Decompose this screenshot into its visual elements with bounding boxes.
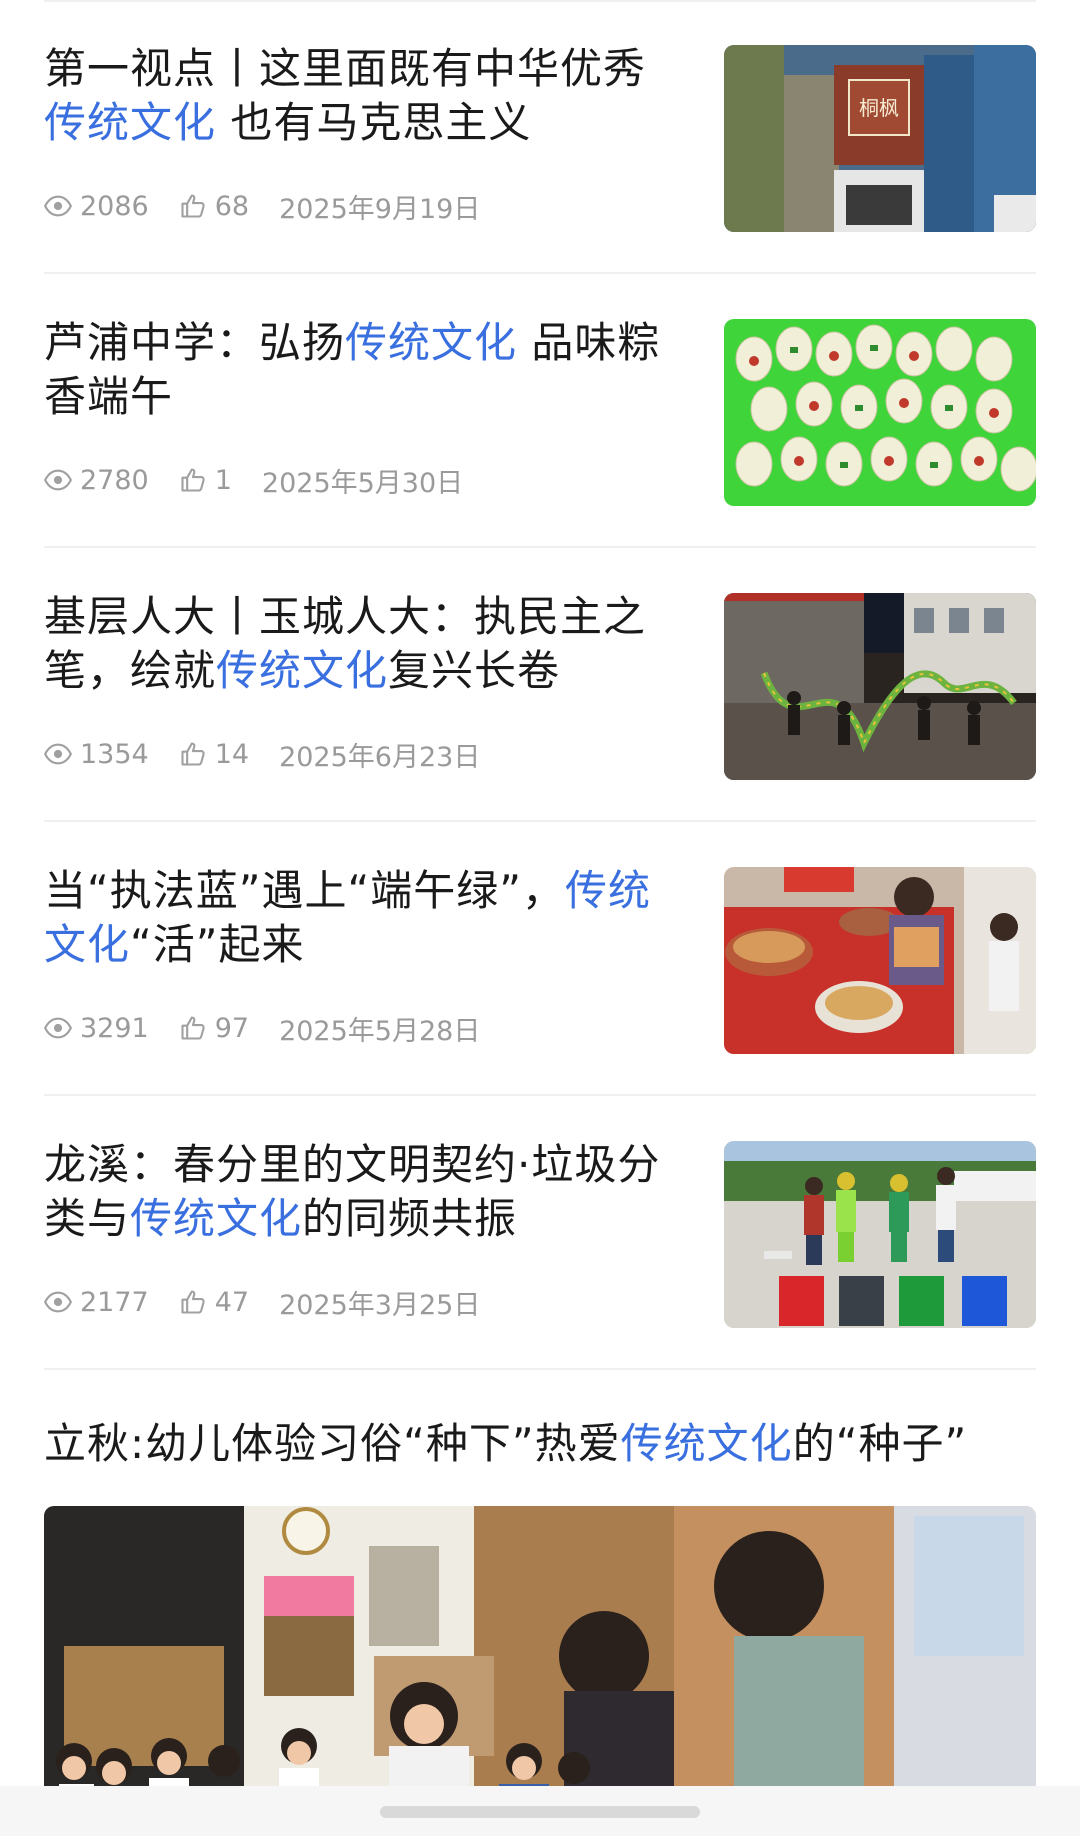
garbage-sorting-thumbnail[interactable] xyxy=(724,1141,1036,1328)
news-meta: 3291 97 2025年5月28日 xyxy=(44,1008,480,1048)
views-eye-icon xyxy=(44,195,72,217)
keyword-highlight: 传统文化 xyxy=(216,646,389,695)
views-eye-icon xyxy=(44,469,72,491)
like-count: 14 xyxy=(214,738,250,770)
views-eye-icon xyxy=(44,1017,72,1039)
home-indicator[interactable] xyxy=(380,1806,700,1818)
news-meta: 1354 14 2025年6月23日 xyxy=(44,734,480,774)
keyword-highlight: 传统文化 xyxy=(130,1194,303,1243)
like-thumb-icon xyxy=(181,194,205,218)
news-meta: 2780 1 2025年5月30日 xyxy=(44,460,463,500)
like-thumb-icon xyxy=(181,1290,205,1314)
painted-eggs-thumbnail[interactable] xyxy=(724,319,1036,506)
keyword-highlight: 传统文化 xyxy=(44,98,217,147)
like-thumb-icon xyxy=(181,468,205,492)
keyword-highlight: 传统文化 xyxy=(620,1419,793,1468)
dragon-dance-thumbnail[interactable] xyxy=(724,593,1036,780)
publish-date: 2025年3月25日 xyxy=(279,1289,481,1321)
views-eye-icon xyxy=(44,743,72,765)
news-item-4[interactable]: 当“执法蓝”遇上“端午绿”，传统文化“活”起来 3291 97 2025年5月2… xyxy=(44,822,1036,1096)
publish-date: 2025年9月19日 xyxy=(279,193,481,225)
news-title[interactable]: 基层人大丨玉城人大：执民主之笔，绘就传统文化复兴长卷 xyxy=(44,590,684,698)
news-item-3[interactable]: 基层人大丨玉城人大：执民主之笔，绘就传统文化复兴长卷 1354 14 2025年… xyxy=(44,548,1036,822)
news-title[interactable]: 立秋:幼儿体验习俗“种下”热爱传统文化的“种子” xyxy=(44,1417,1036,1471)
like-thumb-icon xyxy=(181,1016,205,1040)
view-count: 2177 xyxy=(80,1286,149,1318)
item-divider xyxy=(44,1368,1036,1370)
kindergarten-class-image[interactable] xyxy=(44,1506,1036,1806)
news-title[interactable]: 当“执法蓝”遇上“端午绿”，传统文化“活”起来 xyxy=(44,864,684,972)
view-count: 3291 xyxy=(80,1012,149,1044)
like-count: 1 xyxy=(214,464,232,496)
publish-date: 2025年5月28日 xyxy=(279,1015,481,1047)
zongzi-food-thumbnail[interactable] xyxy=(724,867,1036,1054)
news-title[interactable]: 龙溪：春分里的文明契约·垃圾分类与传统文化的同频共振 xyxy=(44,1138,684,1246)
svg-text:桐枫: 桐枫 xyxy=(859,96,899,120)
news-item-video[interactable]: 立秋:幼儿体验习俗“种下”热爱传统文化的“种子” xyxy=(44,1377,1036,1806)
view-count: 1354 xyxy=(80,738,149,770)
news-item-5[interactable]: 龙溪：春分里的文明契约·垃圾分类与传统文化的同频共振 2177 47 2025年… xyxy=(44,1096,1036,1370)
aerial-museum-thumbnail[interactable]: 桐枫 xyxy=(724,45,1036,232)
news-meta: 2177 47 2025年3月25日 xyxy=(44,1282,480,1322)
view-count: 2086 xyxy=(80,190,149,222)
news-title[interactable]: 芦浦中学：弘扬传统文化 品味粽香端午 xyxy=(44,316,684,424)
view-count: 2780 xyxy=(80,464,149,496)
news-item-1[interactable]: 第一视点丨这里面既有中华优秀传统文化 也有马克思主义 2086 68 2025年… xyxy=(44,0,1036,274)
like-count: 47 xyxy=(214,1286,250,1318)
like-count: 68 xyxy=(214,190,250,222)
news-item-2[interactable]: 芦浦中学：弘扬传统文化 品味粽香端午 2780 1 2025年5月30日 xyxy=(44,274,1036,548)
news-title[interactable]: 第一视点丨这里面既有中华优秀传统文化 也有马克思主义 xyxy=(44,42,684,150)
views-eye-icon xyxy=(44,1291,72,1313)
like-count: 97 xyxy=(214,1012,250,1044)
publish-date: 2025年5月30日 xyxy=(261,467,464,499)
like-thumb-icon xyxy=(181,742,205,766)
publish-date: 2025年6月23日 xyxy=(279,741,481,773)
keyword-highlight: 传统文化 xyxy=(345,318,518,367)
news-meta: 2086 68 2025年9月19日 xyxy=(44,186,480,226)
